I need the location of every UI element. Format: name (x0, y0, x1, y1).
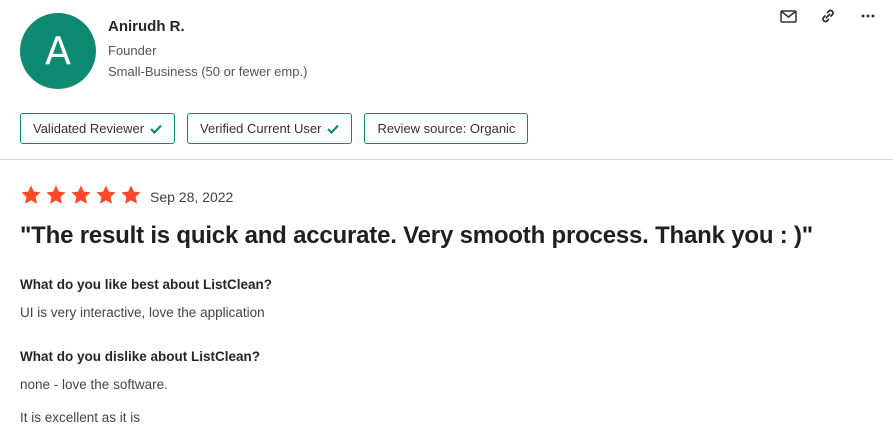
star-icon (121, 185, 141, 204)
mail-icon[interactable] (779, 7, 797, 25)
star-rating (20, 184, 142, 206)
badge-review-source: Review source: Organic (364, 113, 529, 144)
reviewer-name[interactable]: Anirudh R. (108, 18, 185, 35)
review-actions (779, 7, 877, 25)
star-icon (71, 185, 91, 204)
check-icon (150, 124, 162, 134)
badge-label: Validated Reviewer (33, 121, 145, 136)
answer-dislike: none - love the software. (20, 377, 168, 392)
star-icon (21, 185, 41, 204)
badge-verified-current-user: Verified Current User (187, 113, 353, 144)
star-icon (96, 185, 116, 204)
company-size: Small-Business (50 or fewer emp.) (108, 64, 308, 79)
link-icon[interactable] (819, 7, 837, 25)
check-icon (327, 124, 340, 134)
badge-label: Verified Current User (200, 121, 322, 136)
divider (0, 159, 893, 160)
avatar: A (20, 13, 96, 89)
badge-validated-reviewer: Validated Reviewer (20, 113, 176, 144)
badge-label: Review source: Organic (377, 121, 516, 136)
more-icon[interactable] (859, 7, 877, 25)
question-like-best: What do you like best about ListClean? (20, 277, 273, 292)
answer-like-best: UI is very interactive, love the applica… (20, 305, 265, 320)
question-dislike: What do you dislike about ListClean? (20, 349, 261, 364)
reviewer-role: Founder (108, 43, 157, 58)
star-icon (46, 185, 66, 204)
review-title: "The result is quick and accurate. Very … (20, 222, 813, 249)
review-date: Sep 28, 2022 (150, 189, 234, 205)
answer-dislike-extra: It is excellent as it is (20, 410, 141, 425)
badge-row: Validated Reviewer Verified Current User… (20, 113, 529, 144)
